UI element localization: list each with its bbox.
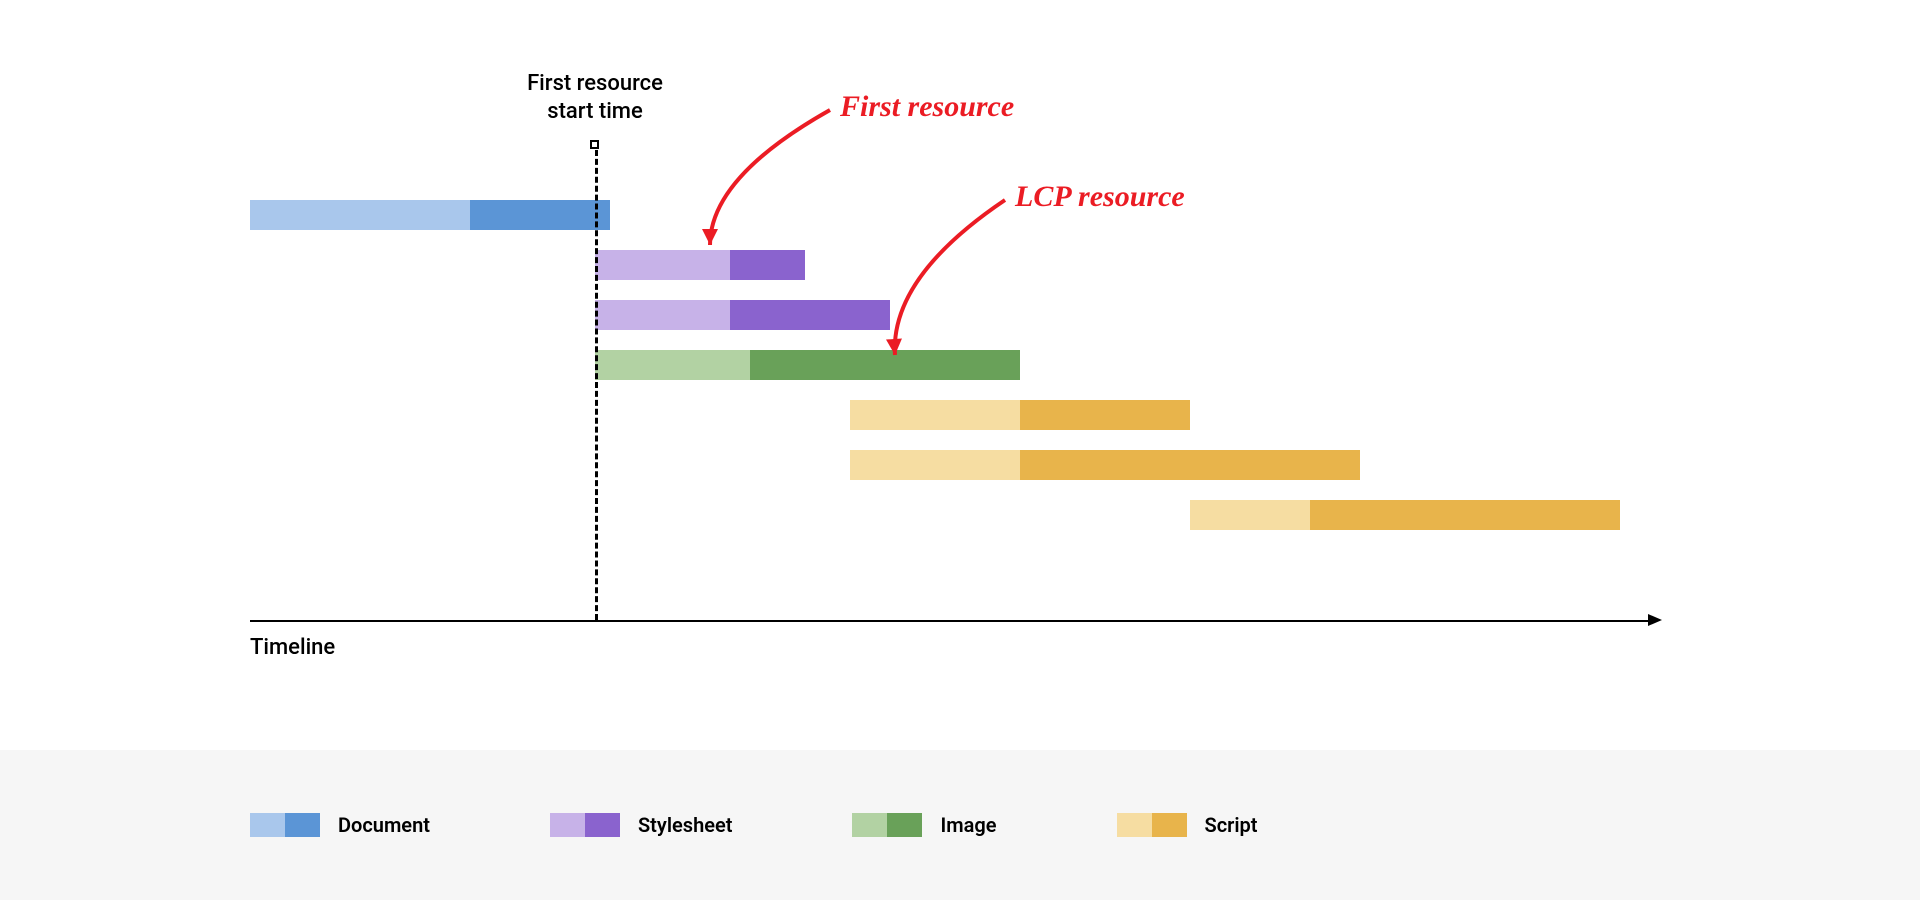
- legend-label: Stylesheet: [638, 813, 733, 837]
- timeline-axis: [250, 620, 1650, 622]
- waterfall-bar-stylesheet: [595, 300, 890, 330]
- first-resource-start-time-marker: [595, 150, 598, 620]
- legend-item-stylesheet: Stylesheet: [550, 813, 733, 837]
- legend-label: Image: [940, 813, 996, 837]
- waterfall-bar-script: [850, 400, 1190, 430]
- timeline-axis-label: Timeline: [250, 635, 335, 660]
- waterfall-bar-script: [850, 450, 1360, 480]
- waterfall-bar-image: [595, 350, 1020, 380]
- legend-swatch-icon: [250, 813, 320, 837]
- lcp-resource-arrow-icon: [250, 60, 1650, 620]
- marker-handle-icon: [590, 140, 599, 149]
- lcp-resource-annotation: LCP resource: [1015, 180, 1185, 214]
- legend-item-document: Document: [250, 813, 430, 837]
- legend-swatch-icon: [550, 813, 620, 837]
- first-resource-arrow-icon: [250, 60, 1650, 620]
- first-resource-start-time-label: First resourcestart time: [495, 70, 695, 125]
- legend-label: Document: [338, 813, 430, 837]
- waterfall-bar-script: [1190, 500, 1620, 530]
- timeline-axis-arrow: [1648, 614, 1662, 626]
- legend: Document Stylesheet Image Script: [0, 750, 1920, 900]
- waterfall-bar-document: [250, 200, 610, 230]
- legend-swatch-icon: [1117, 813, 1187, 837]
- waterfall-chart: First resourcestart time First resource LC…: [250, 60, 1650, 610]
- legend-label: Script: [1205, 813, 1258, 837]
- first-resource-annotation: First resource: [840, 90, 1014, 124]
- legend-item-script: Script: [1117, 813, 1258, 837]
- legend-item-image: Image: [852, 813, 996, 837]
- waterfall-bar-stylesheet: [595, 250, 805, 280]
- legend-swatch-icon: [852, 813, 922, 837]
